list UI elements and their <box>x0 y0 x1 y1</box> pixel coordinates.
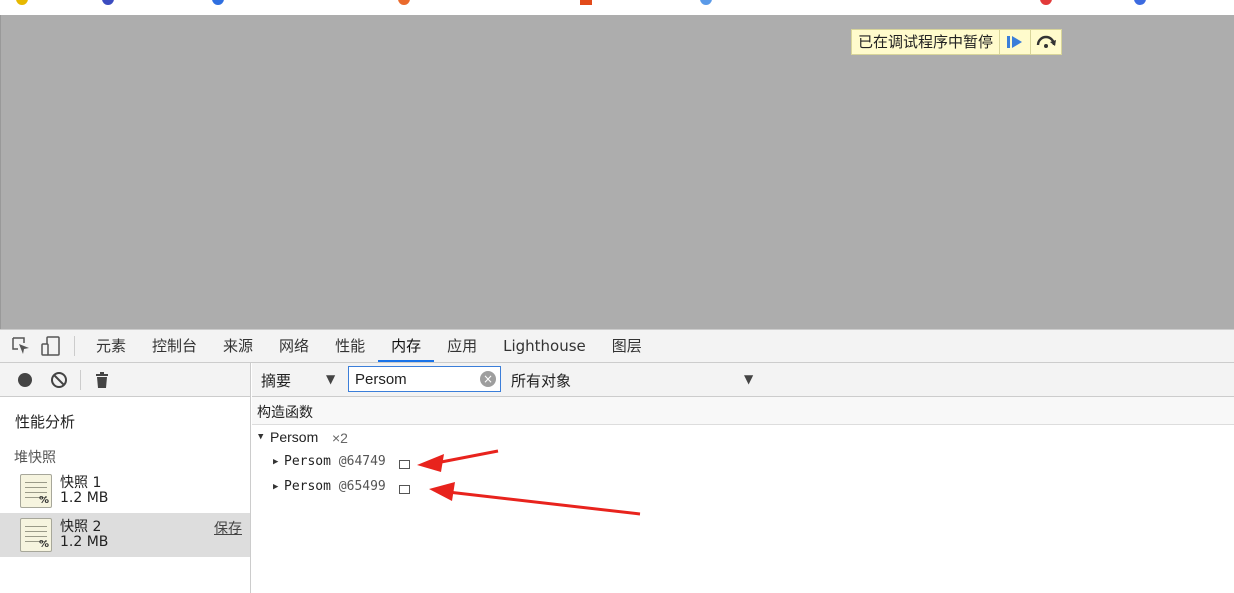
browser-bookmarks-strip <box>0 0 1234 15</box>
constructor-name: Persom <box>270 429 319 445</box>
collapsed-triangle-icon[interactable]: ▶ <box>273 482 278 492</box>
object-id: @65499 <box>338 479 386 494</box>
tab-performance[interactable]: 性能 <box>322 330 378 362</box>
instance-row[interactable]: ▶ Persom @65499 <box>252 475 1234 500</box>
bookmark-icon[interactable] <box>700 0 712 5</box>
expanded-triangle-icon[interactable]: ▼ <box>258 432 263 442</box>
step-over-button[interactable] <box>1030 30 1061 54</box>
dropdown-arrow-icon[interactable]: ▼ <box>744 372 753 386</box>
snapshot-size: 1.2 MB <box>60 534 109 550</box>
collapsed-triangle-icon[interactable]: ▶ <box>273 457 278 467</box>
class-filter-input[interactable] <box>350 368 472 390</box>
object-id: @64749 <box>338 454 386 469</box>
bookmark-icon[interactable] <box>580 0 592 5</box>
screenshot-root: 已在调试程序中暂停 元素 控制台 来源 网络 性能 内存 应用 Lighthou… <box>0 0 1234 593</box>
snapshot-size: 1.2 MB <box>60 490 109 506</box>
toolbar-divider <box>74 336 75 356</box>
snapshot-item[interactable]: % 快照 1 1.2 MB <box>0 469 250 513</box>
toolbar-divider <box>80 369 81 390</box>
constructor-column-header[interactable]: 构造函数 <box>252 397 1234 425</box>
perspective-select[interactable]: 摘要 <box>261 370 291 391</box>
bookmark-icon[interactable] <box>1134 0 1146 5</box>
bookmark-icon[interactable] <box>398 0 410 5</box>
snapshot-name: 快照 2 <box>60 519 102 535</box>
class-filter-field[interactable]: × <box>348 366 501 392</box>
bookmark-icon[interactable] <box>16 0 28 5</box>
tab-sources[interactable]: 来源 <box>210 330 266 362</box>
clear-icon <box>51 371 67 388</box>
tab-application[interactable]: 应用 <box>434 330 490 362</box>
record-icon <box>18 372 32 387</box>
instance-count: ×2 <box>332 430 348 446</box>
instance-name: Persom <box>284 479 331 494</box>
trash-icon <box>96 371 108 388</box>
snapshot-item[interactable]: % 快照 2 1.2 MB 保存 <box>0 513 250 557</box>
paused-page-viewport: 已在调试程序中暂停 <box>0 15 1234 329</box>
tab-network[interactable]: 网络 <box>266 330 322 362</box>
resume-button[interactable] <box>999 30 1030 54</box>
heap-snapshot-icon: % <box>20 474 52 508</box>
bookmark-icon[interactable] <box>102 0 114 5</box>
bookmark-icon[interactable] <box>212 0 224 5</box>
record-button[interactable] <box>8 365 42 395</box>
heap-snapshot-view: 摘要 ▼ × 所有对象 ▼ 构造函数 ▼ Persom ×2 ▶ Persom … <box>252 363 1234 593</box>
tab-memory[interactable]: 内存 <box>378 330 435 362</box>
bookmark-icon[interactable] <box>1040 0 1052 5</box>
snapshot-toolbar: 摘要 ▼ × 所有对象 ▼ <box>252 363 1234 397</box>
instance-name: Persom <box>284 454 331 469</box>
clear-all-button[interactable] <box>42 365 76 395</box>
snapshot-name: 快照 1 <box>60 475 102 491</box>
profiles-sidebar: 性能分析 堆快照 % 快照 1 1.2 MB % 快照 2 1.2 MB 保存 <box>0 363 251 593</box>
store-as-global-icon[interactable] <box>399 485 410 494</box>
inspect-element-icon[interactable] <box>6 330 36 362</box>
profiles-title: 性能分析 <box>15 413 76 431</box>
debugger-paused-text: 已在调试程序中暂停 <box>858 33 994 51</box>
device-toolbar-icon[interactable] <box>36 330 66 362</box>
clear-filter-icon[interactable]: × <box>480 371 496 387</box>
store-as-global-icon[interactable] <box>399 460 410 469</box>
collect-garbage-button[interactable] <box>85 365 119 395</box>
resume-icon <box>1007 36 1023 48</box>
dropdown-arrow-icon[interactable]: ▼ <box>326 372 335 386</box>
devtools-tab-bar: 元素 控制台 来源 网络 性能 内存 应用 Lighthouse 图层 <box>0 329 1234 363</box>
constructor-group-row[interactable]: ▼ Persom ×2 <box>252 425 1234 450</box>
tab-console[interactable]: 控制台 <box>139 330 210 362</box>
save-snapshot-link[interactable]: 保存 <box>214 518 242 538</box>
tab-lighthouse[interactable]: Lighthouse <box>490 330 599 362</box>
profiles-toolbar <box>0 363 250 397</box>
debugger-paused-banner: 已在调试程序中暂停 <box>851 29 1063 55</box>
step-over-icon <box>1036 35 1057 48</box>
heap-snapshot-icon: % <box>20 518 52 552</box>
object-filter-select[interactable]: 所有对象 <box>511 370 571 391</box>
tab-layers[interactable]: 图层 <box>599 330 655 362</box>
instance-row[interactable]: ▶ Persom @64749 <box>252 450 1234 475</box>
tab-elements[interactable]: 元素 <box>83 330 139 362</box>
heap-snapshots-group: 堆快照 <box>14 450 56 466</box>
